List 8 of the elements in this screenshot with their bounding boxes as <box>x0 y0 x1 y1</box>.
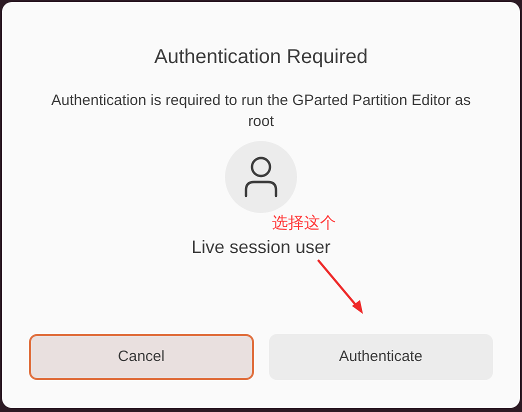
authenticate-button[interactable]: Authenticate <box>268 334 493 380</box>
dialog-title: Authentication Required <box>154 45 368 70</box>
annotation-text: 选择这个 <box>272 213 336 233</box>
user-icon <box>244 156 278 198</box>
user-name: Live session user <box>191 236 331 259</box>
cancel-button[interactable]: Cancel <box>29 334 254 380</box>
annotation-arrow <box>316 258 366 316</box>
dialog-message: Authentication is required to run the GParted Partition Editor as root <box>51 91 471 132</box>
